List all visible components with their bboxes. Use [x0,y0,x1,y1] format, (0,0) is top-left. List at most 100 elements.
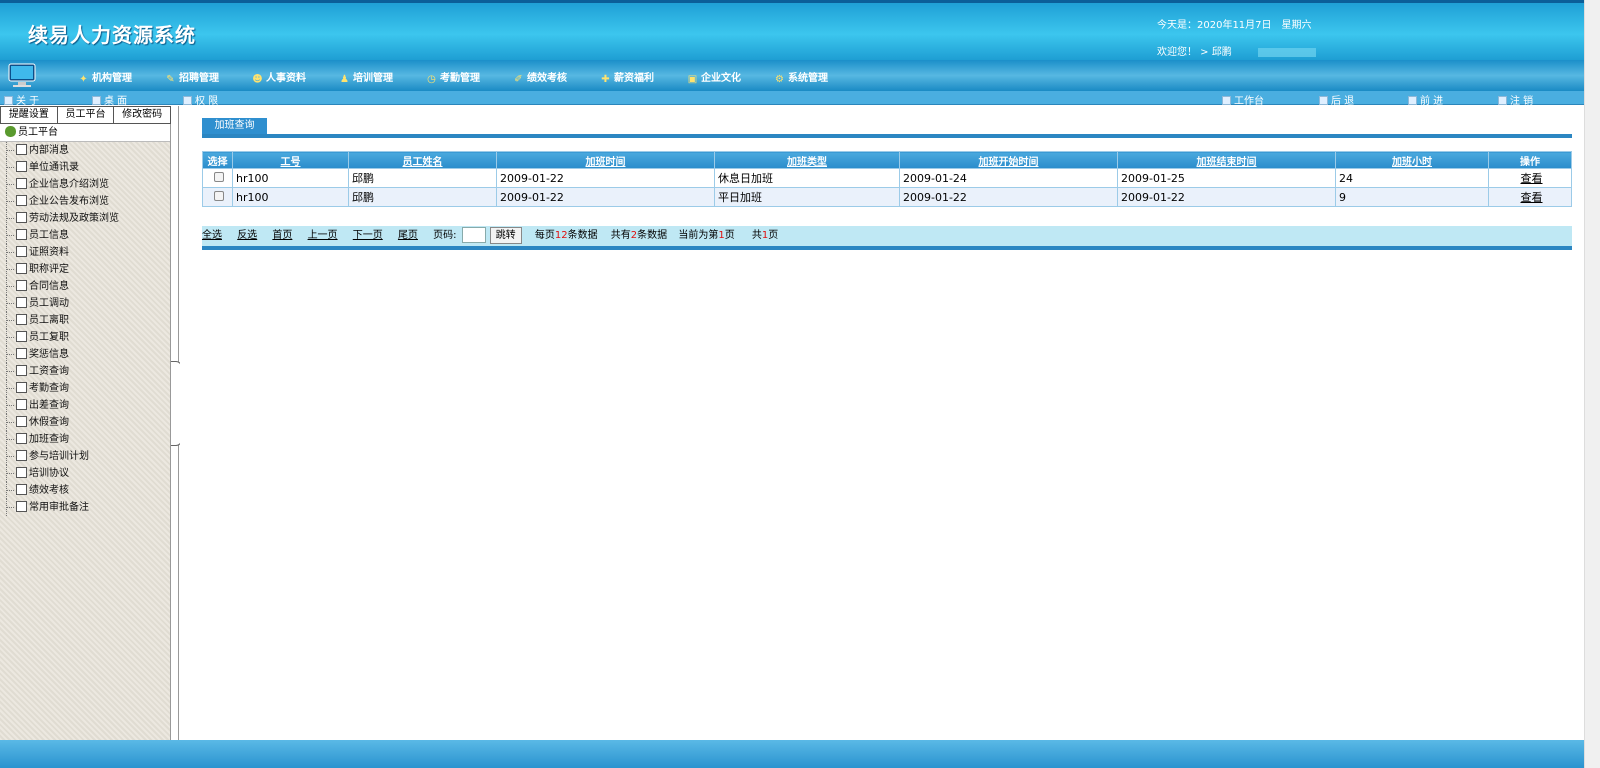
quick-bar: 关 于 桌 面 权 限 工作台 后 退 前 进 注 销 [0,91,1584,107]
col-end-time[interactable]: 加班结束时间 [1117,151,1336,169]
sidebar-item-contract[interactable]: 合同信息 [4,278,170,295]
cell-overtime-date: 2009-01-22 [496,168,715,188]
cell-employee-id: hr100 [232,187,349,207]
welcome-text: 欢迎您！ > 邱鹏 [1157,43,1316,58]
divider [202,246,1572,250]
menu-performance[interactable]: ✐ 绩效考核 [513,69,567,85]
col-overtime-date[interactable]: 加班时间 [496,151,715,169]
contract-icon [16,280,27,291]
menu-recruit[interactable]: ✎ 招聘管理 [165,69,219,85]
page-scrollbar[interactable] [1584,0,1600,768]
prev-page-link[interactable]: 上一页 [308,230,338,241]
last-page-link[interactable]: 尾页 [398,230,418,241]
col-employee-name[interactable]: 员工姓名 [348,151,497,169]
menu-attendance[interactable]: ◷ 考勤管理 [426,69,480,85]
cell-employee-name: 邱鹏 [348,168,497,188]
header-bar: 续易人力资源系统 今天是：2020年11月7日 星期六 欢迎您！ > 邱鹏 [0,0,1584,60]
page-number-label: 页码: [433,230,457,241]
blurred-field [1257,47,1316,57]
total-info: 共有2条数据 [610,230,668,241]
menu-personnel[interactable]: ☻ 人事资料 [252,69,306,85]
sidebar-item-contacts[interactable]: 单位通讯录 [4,159,170,176]
sidebar-item-reinstatement[interactable]: 员工复职 [4,329,170,346]
desktop-link[interactable]: 桌 面 [92,92,127,107]
sidebar-item-performance[interactable]: 绩效考核 [4,482,170,499]
sidebar-splitter[interactable] [171,106,182,740]
sidebar-item-company-info[interactable]: 企业信息介绍浏览 [4,176,170,193]
menu-training[interactable]: ♟ 培训管理 [339,69,393,85]
table-header-row: 选择 工号 员工姓名 加班时间 加班类型 加班开始时间 加班结束时间 加班小时 … [202,151,1572,169]
jump-button[interactable]: 跳转 [489,226,522,244]
col-employee-id[interactable]: 工号 [232,151,349,169]
view-link[interactable]: 查看 [1488,187,1572,207]
sidebar-item-training-plan[interactable]: 参与培训计划 [4,448,170,465]
divider [202,134,1572,138]
first-page-link[interactable]: 首页 [272,230,292,241]
monitor-icon [8,63,36,87]
page-number-input[interactable] [461,227,486,243]
col-select: 选择 [202,151,233,169]
menu-system[interactable]: ⚙ 系统管理 [774,69,828,85]
row-checkbox[interactable] [214,190,224,201]
menu-salary[interactable]: ✚ 薪资福利 [600,69,654,85]
row-checkbox[interactable] [214,171,224,182]
tab-reminder-settings[interactable]: 提醒设置 [0,106,58,124]
current-page-info: 当前为第1页 [678,230,735,241]
leave-icon [16,416,27,427]
sidebar-item-approval-notes[interactable]: 常用审批备注 [4,499,170,516]
sidebar-item-employee-info[interactable]: 员工信息 [4,227,170,244]
workbench-link[interactable]: 工作台 [1222,92,1264,107]
sidebar-item-internal-messages[interactable]: 内部消息 [4,142,170,159]
sidebar-item-transfer[interactable]: 员工调动 [4,295,170,312]
platform-icon [5,126,16,137]
tab-change-password[interactable]: 修改密码 [113,106,172,124]
sidebar-item-business-trip[interactable]: 出差查询 [4,397,170,414]
col-overtime-type[interactable]: 加班类型 [714,151,900,169]
sidebar-title[interactable]: 员工平台 [0,124,170,142]
invert-selection-link[interactable]: 反选 [237,230,257,241]
permission-link[interactable]: 权 限 [183,92,218,107]
sidebar-item-rewards[interactable]: 奖惩信息 [4,346,170,363]
sidebar: 提醒设置 员工平台 修改密码 员工平台 内部消息 单位通讯录 企业信息介绍浏览 … [0,106,172,740]
sidebar-item-resignation[interactable]: 员工离职 [4,312,170,329]
forward-link[interactable]: 前 进 [1408,92,1443,107]
cell-end-time: 2009-01-22 [1117,187,1336,207]
sidebar-item-announcements[interactable]: 企业公告发布浏览 [4,193,170,210]
table-row: hr100 邱鹏 2009-01-22 平日加班 2009-01-22 2009… [202,187,1572,207]
sidebar-item-salary-query[interactable]: 工资查询 [4,363,170,380]
cell-hours: 24 [1335,168,1489,188]
next-page-link[interactable]: 下一页 [353,230,383,241]
sidebar-item-overtime-query[interactable]: 加班查询 [4,431,170,448]
desktop-icon [92,96,101,105]
sidebar-item-certificates[interactable]: 证照资料 [4,244,170,261]
check-icon [16,433,27,444]
menu-culture[interactable]: ▣ 企业文化 [687,69,741,85]
book-icon [16,365,27,376]
performance-doc-icon [16,484,27,495]
logout-link[interactable]: 注 销 [1498,92,1533,107]
sidebar-item-labor-law[interactable]: 劳动法规及政策浏览 [4,210,170,227]
view-link[interactable]: 查看 [1488,168,1572,188]
law-icon [16,212,27,223]
sidebar-item-leave-query[interactable]: 休假查询 [4,414,170,431]
select-all-link[interactable]: 全选 [202,230,222,241]
workbench-icon [1222,96,1231,105]
date-text: 今天是：2020年11月7日 星期六 [1157,20,1312,31]
personnel-icon: ☻ [252,74,263,85]
contacts-icon [16,161,27,172]
tab-employee-platform[interactable]: 员工平台 [56,106,115,124]
cell-overtime-type: 平日加班 [714,187,900,207]
col-hours[interactable]: 加班小时 [1335,151,1489,169]
tab-overtime-query[interactable]: 加班查询 [202,118,267,134]
col-start-time[interactable]: 加班开始时间 [899,151,1118,169]
sidebar-item-attendance-query[interactable]: 考勤查询 [4,380,170,397]
app-title: 续易人力资源系统 [28,23,196,47]
menu-org[interactable]: ✦ 机构管理 [78,69,132,85]
overtime-table: 选择 工号 员工姓名 加班时间 加班类型 加班开始时间 加班结束时间 加班小时 … [202,151,1572,207]
back-link[interactable]: 后 退 [1319,92,1354,107]
col-action: 操作 [1488,151,1572,169]
edit-icon [16,178,27,189]
about-link[interactable]: 关 于 [4,92,39,107]
sidebar-item-title-evaluation[interactable]: 职称评定 [4,261,170,278]
sidebar-item-training-agreement[interactable]: 培训协议 [4,465,170,482]
